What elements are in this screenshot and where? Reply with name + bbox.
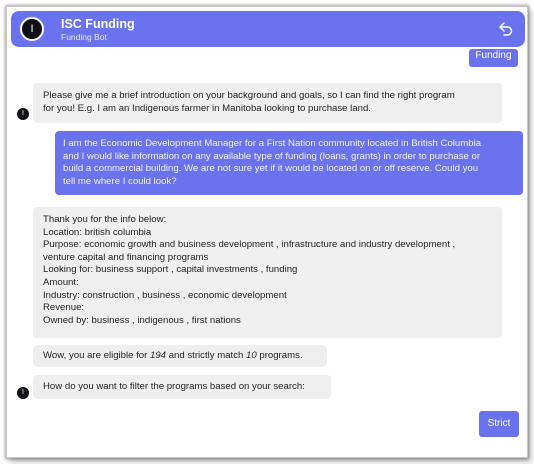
summary-line: Amount: (43, 276, 79, 288)
strict-button-label: Strict (487, 418, 511, 429)
match-count: 10 (246, 350, 257, 361)
filter-question-message: How do you want to filter the programs b… (33, 375, 331, 399)
selected-option-label: Funding (475, 50, 512, 61)
user-message: I am the Economic Development Manager fo… (55, 131, 523, 195)
summary-line: Owned by: business , indigenous , first … (43, 314, 241, 326)
bottom-strip (7, 449, 527, 457)
bot-intro-line: for you! E.g. I am an Indigenous farmer … (43, 102, 371, 114)
summary-line: Industry: construction , business , econ… (43, 289, 287, 301)
eligible-count: 194 (150, 350, 167, 361)
chat-subtitle: Funding Bot (61, 32, 107, 42)
chat-window: I ISC Funding Funding Bot Funding I Plea… (6, 6, 528, 458)
filter-question-text: How do you want to filter the programs b… (43, 381, 305, 392)
bot-intro-message: Please give me a brief introduction on y… (33, 83, 502, 123)
chat-header: I ISC Funding Funding Bot (11, 11, 525, 47)
summary-line: Thank you for the info below: (43, 214, 167, 225)
summary-line: Purpose: economic growth and business de… (43, 239, 456, 251)
restart-icon[interactable] (497, 20, 515, 38)
user-message-line: I am the Economic Development Manager fo… (63, 138, 482, 149)
bot-intro-line: Please give me a brief introduction on y… (43, 90, 455, 101)
bot-marker-icon: I (17, 108, 29, 120)
eligibility-middle: and strictly match (166, 350, 247, 361)
eligibility-message: Wow, you are eligible for 194 and strict… (33, 345, 327, 367)
summary-line: Location: british columbia (43, 226, 152, 238)
summary-line: Looking for: business support , capital … (43, 264, 298, 276)
bot-marker-icon: I (17, 387, 29, 399)
user-message-line: and I would like information on any avai… (63, 150, 481, 162)
summary-line: Revenue: (43, 302, 85, 314)
summary-line: venture capital and financing programs (43, 251, 209, 263)
eligibility-prefix: Wow, you are eligible for (43, 350, 151, 361)
user-message-line: tell me where I could look? (63, 175, 177, 187)
bot-avatar: I (20, 17, 44, 41)
user-message-line: build a commercial building. We are not … (63, 163, 479, 175)
strict-button[interactable]: Strict (479, 411, 519, 437)
search-summary-message: Thank you for the info below: Location: … (33, 207, 502, 338)
selected-option-chip: Funding (469, 49, 518, 67)
eligibility-suffix: programs. (256, 350, 303, 361)
eligibility-text: Wow, you are eligible for 194 and strict… (43, 350, 317, 363)
chat-title: ISC Funding (61, 17, 135, 31)
